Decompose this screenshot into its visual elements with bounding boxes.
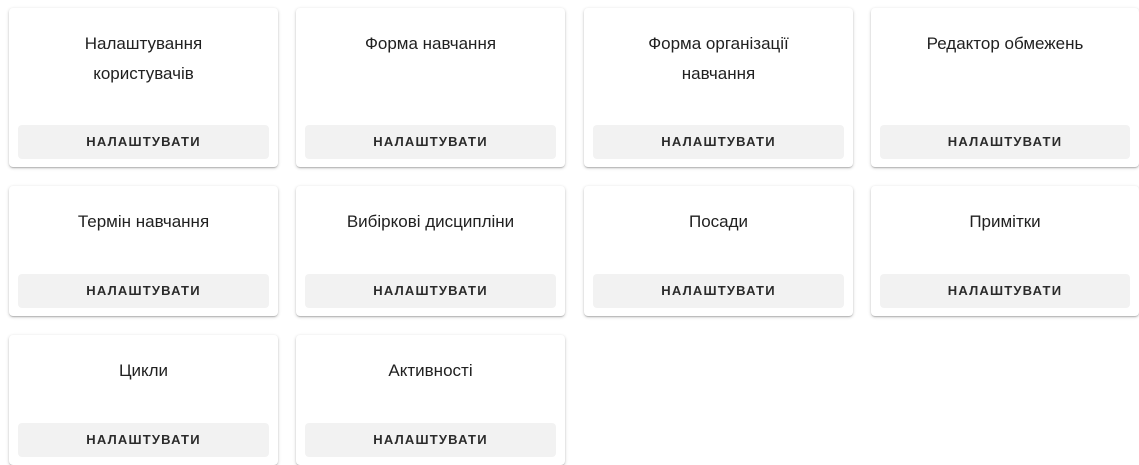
card-constraints-editor: Редактор обмежень НАЛАШТУВАТИ (871, 8, 1139, 167)
card-title-line: Редактор обмежень (926, 34, 1084, 53)
card-title-line: Форма організації (648, 34, 789, 53)
card-title: Примітки (879, 207, 1131, 237)
card-title: Активності (304, 356, 557, 386)
card-title: Редактор обмежень (879, 29, 1131, 59)
configure-button[interactable]: НАЛАШТУВАТИ (593, 125, 844, 159)
configure-button[interactable]: НАЛАШТУВАТИ (305, 274, 556, 308)
configure-button[interactable]: НАЛАШТУВАТИ (18, 423, 269, 457)
configure-button[interactable]: НАЛАШТУВАТИ (18, 274, 269, 308)
configure-button[interactable]: НАЛАШТУВАТИ (593, 274, 844, 308)
configure-button[interactable]: НАЛАШТУВАТИ (880, 274, 1130, 308)
card-title: Посади (592, 207, 845, 237)
card-notes: Примітки НАЛАШТУВАТИ (871, 186, 1139, 316)
card-title-line: Цикли (118, 361, 169, 380)
card-title-line: користувачів (93, 64, 194, 83)
card-cycles: Цикли НАЛАШТУВАТИ (9, 335, 278, 465)
card-title-line: Вибіркові дисципліни (346, 212, 515, 231)
card-title-line: Активності (388, 361, 473, 380)
card-study-organization-form: Форма організації навчання НАЛАШТУВАТИ (584, 8, 853, 167)
card-study-form: Форма навчання НАЛАШТУВАТИ (296, 8, 565, 167)
card-positions: Посади НАЛАШТУВАТИ (584, 186, 853, 316)
configure-button[interactable]: НАЛАШТУВАТИ (18, 125, 269, 159)
card-title: Форма організації навчання (592, 29, 845, 89)
card-user-settings: Налаштування користувачів НАЛАШТУВАТИ (9, 8, 278, 167)
card-title: Налаштування користувачів (17, 29, 270, 89)
card-title-line: Примітки (969, 212, 1041, 231)
card-title: Вибіркові дисципліни (304, 207, 557, 237)
configure-button[interactable]: НАЛАШТУВАТИ (305, 423, 556, 457)
card-title: Цикли (17, 356, 270, 386)
card-title: Термін навчання (17, 207, 270, 237)
card-activities: Активності НАЛАШТУВАТИ (296, 335, 565, 465)
card-title: Форма навчання (304, 29, 557, 59)
configure-button[interactable]: НАЛАШТУВАТИ (880, 125, 1130, 159)
card-title-line: Термін навчання (77, 212, 210, 231)
settings-card-grid: Налаштування користувачів НАЛАШТУВАТИ Фо… (0, 0, 1139, 465)
card-title-line: Посади (688, 212, 749, 231)
configure-button[interactable]: НАЛАШТУВАТИ (305, 125, 556, 159)
card-elective-disciplines: Вибіркові дисципліни НАЛАШТУВАТИ (296, 186, 565, 316)
card-title-line: Форма навчання (364, 34, 497, 53)
card-title-line: Налаштування (84, 34, 203, 53)
card-title-line: навчання (681, 64, 756, 83)
card-study-term: Термін навчання НАЛАШТУВАТИ (9, 186, 278, 316)
